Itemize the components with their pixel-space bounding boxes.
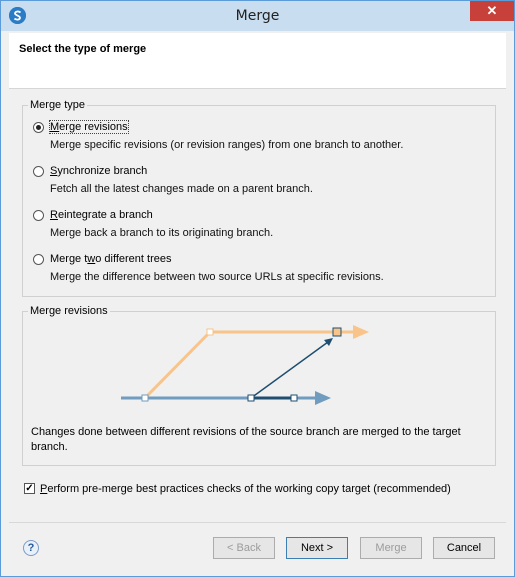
footer-separator	[9, 522, 506, 523]
synchronize-branch-label[interactable]: Synchronize branch	[50, 165, 147, 177]
merge-arrow	[250, 341, 329, 399]
merge-type-group: Merge type Merge revisions Merge specifi…	[22, 99, 496, 297]
merge-diagram	[121, 325, 369, 405]
merge-revisions-description: Merge specific revisions (or revision ra…	[50, 139, 404, 151]
merge-revisions-label[interactable]: Merge revisions	[49, 120, 129, 134]
window-title: Merge	[235, 8, 280, 24]
next-button[interactable]: Next >	[286, 537, 348, 559]
target-branch-arrow-icon	[353, 325, 369, 339]
back-button[interactable]: < Back	[213, 537, 275, 559]
merge-two-trees-description: Merge the difference between two source …	[50, 271, 384, 283]
help-icon[interactable]: ?	[23, 540, 39, 556]
merge-dialog: Merge ✕ Select the type of merge Merge t…	[0, 0, 515, 577]
title-bar: Merge ✕	[1, 1, 514, 31]
revision-end-node	[290, 394, 298, 402]
precheck-label[interactable]: Perform pre-merge best practices checks …	[40, 483, 451, 495]
synchronize-branch-radio[interactable]	[33, 166, 44, 177]
target-branch-diagonal	[143, 330, 212, 400]
page-title: Select the type of merge	[19, 43, 147, 55]
target-start-node	[206, 328, 214, 336]
reintegrate-branch-label[interactable]: Reintegrate a branch	[50, 209, 153, 221]
reintegrate-branch-radio[interactable]	[33, 210, 44, 221]
merge-revisions-panel: Merge revisions Changes done between dif…	[22, 305, 496, 466]
branch-point-node	[141, 394, 149, 402]
dialog-header: Select the type of merge	[9, 33, 506, 89]
merge-target-node	[332, 327, 342, 337]
merge-revisions-radio[interactable]	[33, 122, 44, 133]
revision-start-node	[247, 394, 255, 402]
merge-revisions-description-2: branch.	[31, 441, 68, 453]
close-icon: ✕	[486, 3, 498, 18]
merge-two-trees-radio[interactable]	[33, 254, 44, 265]
merge-revisions-description-1: Changes done between different revisions…	[31, 426, 461, 438]
source-branch-arrow-icon	[315, 391, 331, 405]
reintegrate-branch-description: Merge back a branch to its originating b…	[50, 227, 274, 239]
close-button[interactable]: ✕	[470, 1, 514, 21]
precheck-checkbox[interactable]: ✓	[24, 483, 35, 494]
merge-type-legend: Merge type	[28, 99, 88, 111]
merge-button[interactable]: Merge	[360, 537, 422, 559]
cancel-button[interactable]: Cancel	[433, 537, 495, 559]
merge-two-trees-label[interactable]: Merge two different trees	[50, 253, 171, 265]
synchronize-branch-description: Fetch all the latest changes made on a p…	[50, 183, 313, 195]
